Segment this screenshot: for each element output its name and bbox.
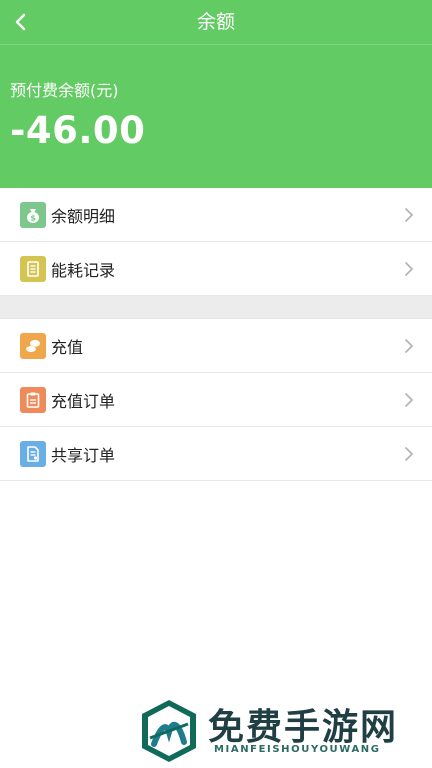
chevron-right-icon xyxy=(405,393,413,407)
watermark-logo-icon xyxy=(142,700,196,762)
section-divider xyxy=(0,296,432,318)
menu-item-label: 余额明细 xyxy=(51,206,116,226)
balance-label: 预付费余额(元) xyxy=(10,81,119,100)
menu-item-energy-records[interactable]: 能耗记录 xyxy=(0,242,432,296)
menu-item-shared-orders[interactable]: 共享订单 xyxy=(0,427,432,481)
watermark-en-text: MIANFEISHOUYOUWANG xyxy=(214,744,381,755)
clipboard-icon xyxy=(20,386,46,413)
menu-item-label: 充值订单 xyxy=(51,391,116,411)
chevron-right-icon xyxy=(405,447,413,461)
menu-item-label: 能耗记录 xyxy=(51,260,116,280)
coins-icon xyxy=(20,332,46,359)
menu-group-recharge: 充值 充值订单 共享订单 xyxy=(0,318,432,481)
top-nav-bar: 余额 xyxy=(0,0,432,45)
menu-group-balance: $ 余额明细 能耗记录 xyxy=(0,188,432,296)
svg-text:$: $ xyxy=(30,213,36,222)
document-icon xyxy=(20,440,46,467)
menu-item-recharge[interactable]: 充值 xyxy=(0,319,432,373)
money-bag-icon: $ xyxy=(20,201,46,228)
watermark-cn-text: 免费手游网 xyxy=(208,707,399,748)
chevron-right-icon xyxy=(405,208,413,222)
page-title: 余额 xyxy=(196,11,235,33)
menu-item-balance-detail[interactable]: $ 余额明细 xyxy=(0,188,432,242)
notebook-icon xyxy=(20,255,46,282)
chevron-right-icon xyxy=(405,262,413,276)
watermark: 免费手游网 MIANFEISHOUYOUWANG xyxy=(136,698,426,764)
menu-item-recharge-orders[interactable]: 充值订单 xyxy=(0,373,432,427)
menu-item-label: 充值 xyxy=(51,337,84,357)
balance-amount: -46.00 xyxy=(10,109,146,152)
balance-panel: 预付费余额(元) -46.00 xyxy=(0,45,432,188)
chevron-right-icon xyxy=(405,339,413,353)
menu-item-label: 共享订单 xyxy=(51,445,116,465)
